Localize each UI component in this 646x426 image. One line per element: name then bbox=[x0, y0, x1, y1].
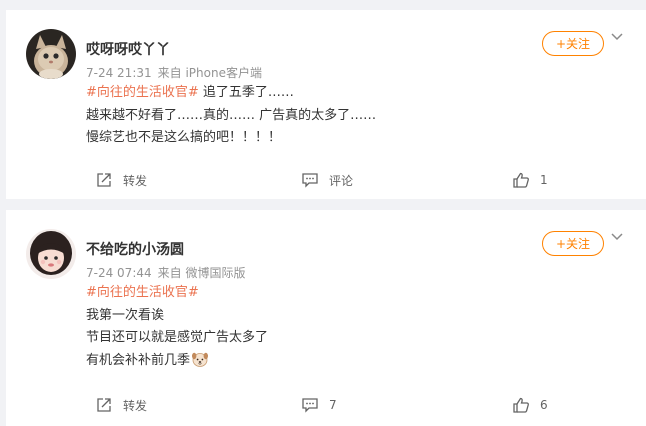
post-line: #向往的生活收官# 追了五季了…… bbox=[86, 82, 626, 105]
comment-button[interactable]: 7 bbox=[301, 393, 337, 417]
post-meta: 7-24 07:44 来自 微博国际版 bbox=[86, 264, 251, 281]
comment-count: 7 bbox=[329, 398, 337, 412]
username[interactable]: 不给吃的小汤圆 bbox=[86, 239, 184, 259]
topic-link[interactable]: #向往的生活收官# bbox=[86, 285, 199, 300]
post-time[interactable]: 7-24 07:44 bbox=[86, 266, 152, 280]
comment-icon bbox=[302, 173, 318, 188]
repost-icon bbox=[97, 398, 111, 412]
like-count: 6 bbox=[540, 398, 548, 412]
repost-label: 转发 bbox=[123, 398, 148, 413]
chevron-down-icon[interactable] bbox=[610, 30, 624, 44]
post-text: 有机会补补前几季 bbox=[86, 352, 191, 368]
repost-button[interactable]: 转发 bbox=[95, 393, 147, 417]
post-actions: 转发 7 6 bbox=[6, 393, 646, 417]
post-actions: 转发 评论 1 bbox=[6, 168, 646, 192]
post-meta: 7-24 21:31 来自 iPhone客户端 bbox=[86, 64, 268, 81]
post-content: #向往的生活收官# 我第一次看诶 节目还可以就是感觉广告太多了 有机会补补前几季 bbox=[86, 282, 626, 372]
avatar[interactable] bbox=[26, 29, 76, 79]
like-button[interactable]: 1 bbox=[512, 168, 548, 192]
like-icon bbox=[513, 397, 529, 413]
dog-emoji-icon bbox=[192, 352, 209, 367]
post-card: 哎呀呀哎丫丫 7-24 21:31 来自 iPhone客户端 +关注 #向往的生活… bbox=[6, 10, 646, 199]
like-icon bbox=[513, 172, 529, 188]
post-content: #向往的生活收官# 追了五季了…… 越来越不好看了……真的…… 广告真的太多了…… bbox=[86, 82, 626, 150]
comment-button[interactable]: 评论 bbox=[301, 168, 353, 192]
topic-link[interactable]: #向往的生活收官# bbox=[86, 85, 199, 100]
follow-button[interactable]: +关注 bbox=[542, 231, 604, 256]
post-text: 追了五季了…… bbox=[198, 85, 294, 100]
post-card: 不给吃的小汤圆 7-24 07:44 来自 微博国际版 +关注 #向往的生活收官#… bbox=[6, 210, 646, 426]
post-line: 有机会补补前几季 bbox=[86, 350, 626, 373]
username[interactable]: 哎呀呀哎丫丫 bbox=[86, 39, 170, 59]
repost-icon bbox=[97, 173, 111, 187]
post-line: 我第一次看诶 bbox=[86, 307, 165, 323]
repost-button[interactable]: 转发 bbox=[95, 168, 147, 192]
like-button[interactable]: 6 bbox=[512, 393, 548, 417]
post-source: 来自 iPhone客户端 bbox=[157, 66, 262, 80]
post-line: 节目还可以就是感觉广告太多了 bbox=[86, 330, 269, 345]
post-time[interactable]: 7-24 21:31 bbox=[86, 66, 152, 80]
comment-icon bbox=[302, 398, 318, 413]
like-count: 1 bbox=[540, 173, 548, 187]
avatar[interactable] bbox=[26, 229, 76, 279]
post-source: 来自 微博国际版 bbox=[157, 266, 246, 280]
comment-label: 评论 bbox=[329, 173, 354, 188]
follow-button[interactable]: +关注 bbox=[542, 31, 604, 56]
repost-label: 转发 bbox=[123, 173, 148, 188]
post-line: 越来越不好看了……真的…… 广告真的太多了…… bbox=[86, 107, 377, 123]
chevron-down-icon[interactable] bbox=[610, 230, 624, 244]
post-line: 慢综艺也不是这么搞的吧！！！！ bbox=[86, 130, 282, 145]
post-line: #向往的生活收官# bbox=[86, 282, 626, 305]
